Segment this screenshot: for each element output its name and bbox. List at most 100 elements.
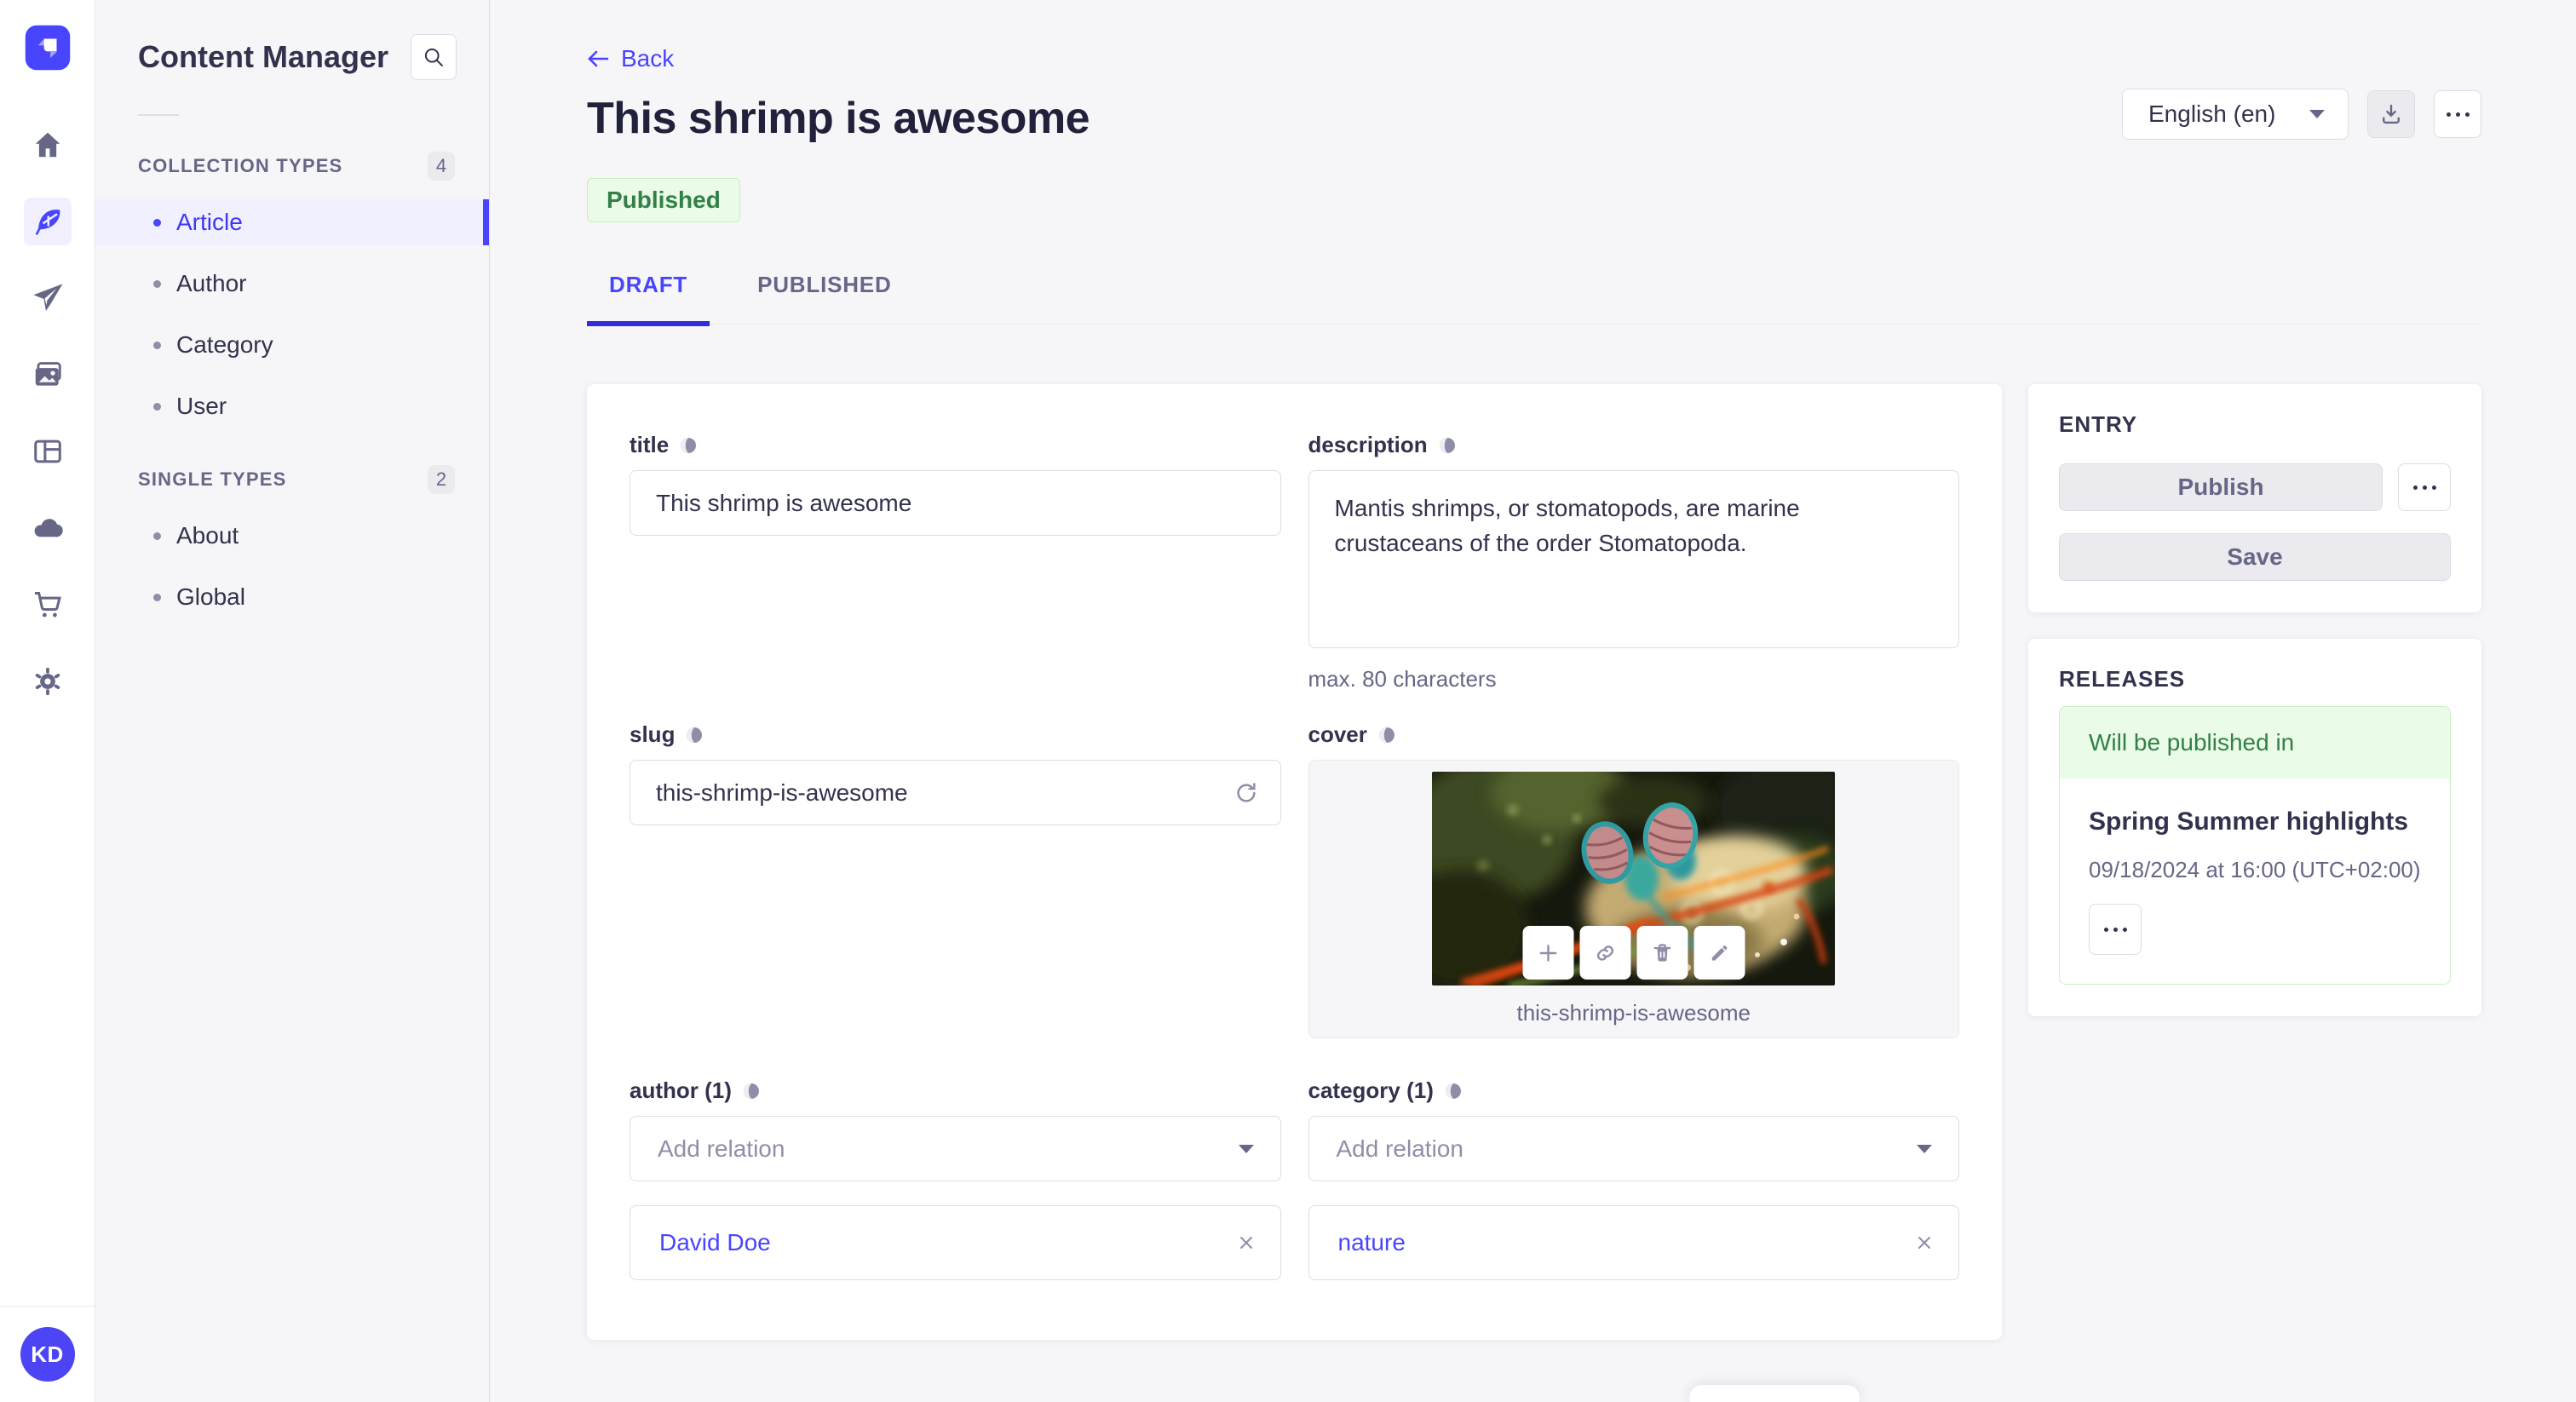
bullet-icon	[153, 402, 161, 411]
bullet-icon	[153, 531, 161, 540]
field-author: author (1) Add relation David Doe	[630, 1077, 1281, 1280]
link-icon	[1596, 945, 1613, 961]
release-date: 09/18/2024 at 16:00 (UTC+02:00)	[2089, 857, 2421, 882]
sidebar-search-button[interactable]	[411, 34, 457, 80]
export-download-button[interactable]	[2367, 90, 2415, 138]
field-description: description Mantis shrimps, or stomatopo…	[1308, 432, 1959, 721]
strapi-logo[interactable]	[24, 24, 72, 72]
home-icon[interactable]	[24, 121, 72, 169]
download-icon	[2383, 104, 2400, 124]
description-hint: max. 80 characters	[1308, 666, 1497, 692]
globe-icon	[743, 1083, 759, 1099]
status-badge: Published	[587, 178, 740, 222]
arrow-left-icon	[588, 50, 609, 67]
section-count-badge: 2	[428, 465, 455, 494]
section-label: COLLECTION TYPES	[138, 155, 343, 176]
add-media-button[interactable]	[1522, 926, 1574, 980]
sidebar-item-global[interactable]: Global	[95, 574, 489, 620]
entry-panel-title: ENTRY	[2059, 411, 2138, 437]
sidebar-item-category[interactable]: Category	[95, 322, 489, 368]
app-nav: KD	[0, 0, 95, 1402]
regenerate-slug-button[interactable]	[1233, 780, 1259, 806]
section-label: SINGLE TYPES	[138, 468, 287, 490]
sidebar-item-label: About	[176, 522, 239, 549]
sidebar-item-article[interactable]: Article	[95, 199, 489, 245]
title-input[interactable]	[630, 470, 1281, 536]
search-icon	[424, 48, 443, 66]
more-icon	[2103, 927, 2127, 932]
save-button[interactable]: Save	[2059, 533, 2451, 581]
releases-icon[interactable]	[24, 274, 72, 322]
entry-form-card: title description Mantis shrimps, or sto…	[587, 384, 2002, 1340]
content-manager-sidebar: Content Manager COLLECTION TYPES 4 Artic…	[95, 0, 490, 1402]
field-cover: cover this-shrimp-is-awesome	[1308, 721, 1959, 1077]
content-type-builder-icon[interactable]	[24, 428, 72, 475]
floating-widget[interactable]	[1689, 1385, 1860, 1402]
content-manager-icon[interactable]	[23, 198, 72, 245]
field-category-label: category (1)	[1308, 1077, 1434, 1103]
release-card: Will be published in Spring Summer highl…	[2059, 706, 2451, 985]
copy-link-button[interactable]	[1579, 926, 1631, 980]
media-library-icon[interactable]	[24, 351, 72, 399]
settings-gear-icon[interactable]	[24, 658, 72, 705]
category-relation-item: nature	[1308, 1205, 1959, 1280]
tab-draft[interactable]: DRAFT	[587, 272, 710, 326]
globe-icon	[1378, 727, 1394, 743]
close-icon	[1239, 1237, 1252, 1249]
strapi-logo-icon	[25, 25, 70, 71]
deploy-cloud-icon[interactable]	[24, 504, 72, 552]
sidebar-item-label: Category	[176, 331, 273, 358]
single-types-section: SINGLE TYPES 2 About Global	[95, 465, 489, 620]
description-textarea[interactable]: Mantis shrimps, or stomatopods, are mari…	[1308, 470, 1959, 648]
section-count-badge: 4	[428, 152, 455, 181]
remove-relation-button[interactable]	[1236, 1232, 1256, 1253]
sidebar-item-label: Article	[176, 209, 243, 235]
globe-icon	[1445, 1083, 1461, 1099]
marketplace-cart-icon[interactable]	[24, 581, 72, 629]
locale-value: English (en)	[2148, 101, 2276, 127]
sidebar-item-author[interactable]: Author	[95, 261, 489, 307]
globe-icon	[1439, 437, 1455, 453]
main-content: English (en) Back This shrimp is awesome…	[490, 0, 2576, 1402]
refresh-icon	[1236, 782, 1256, 802]
add-icon	[1539, 944, 1557, 962]
user-avatar[interactable]: KD	[20, 1327, 75, 1382]
field-slug: slug	[630, 721, 1281, 1077]
author-relation-select[interactable]: Add relation	[630, 1116, 1281, 1181]
delete-media-button[interactable]	[1636, 926, 1688, 980]
cover-image[interactable]	[1432, 772, 1836, 985]
field-cover-label: cover	[1308, 721, 1367, 747]
releases-panel-title: RELEASES	[2059, 666, 2186, 692]
chevron-down-icon	[1238, 1144, 1254, 1153]
collection-types-section: COLLECTION TYPES 4 Article Author Catego…	[95, 152, 489, 429]
release-name: Spring Summer highlights	[2089, 807, 2409, 836]
cover-action-toolbar	[1522, 926, 1745, 980]
relation-link[interactable]: nature	[1338, 1229, 1406, 1256]
globe-icon	[687, 727, 703, 743]
chevron-down-icon	[1917, 1144, 1932, 1153]
sidebar-item-label: Global	[176, 583, 245, 610]
back-link[interactable]: Back	[587, 45, 674, 72]
sidebar-item-label: User	[176, 393, 227, 419]
field-title: title	[630, 432, 1281, 721]
slug-input[interactable]	[630, 760, 1281, 825]
tab-published[interactable]: PUBLISHED	[735, 272, 913, 324]
locale-select[interactable]: English (en)	[2122, 89, 2349, 140]
author-relation-item: David Doe	[630, 1205, 1281, 1280]
publish-button[interactable]: Publish	[2059, 463, 2383, 511]
remove-relation-button[interactable]	[1914, 1232, 1935, 1253]
relation-link[interactable]: David Doe	[659, 1229, 771, 1256]
field-slug-label: slug	[630, 721, 676, 747]
sidebar-item-about[interactable]: About	[95, 513, 489, 559]
field-description-label: description	[1308, 432, 1428, 457]
chevron-down-icon	[2309, 110, 2325, 118]
release-more-button[interactable]	[2089, 904, 2142, 955]
edit-icon	[1711, 945, 1728, 961]
delete-icon	[1653, 943, 1671, 962]
header-more-button[interactable]	[2434, 90, 2481, 138]
sidebar-item-user[interactable]: User	[95, 383, 489, 429]
edit-media-button[interactable]	[1693, 926, 1745, 980]
more-icon	[2446, 112, 2470, 117]
category-relation-select[interactable]: Add relation	[1308, 1116, 1959, 1181]
entry-more-button[interactable]	[2398, 463, 2451, 511]
